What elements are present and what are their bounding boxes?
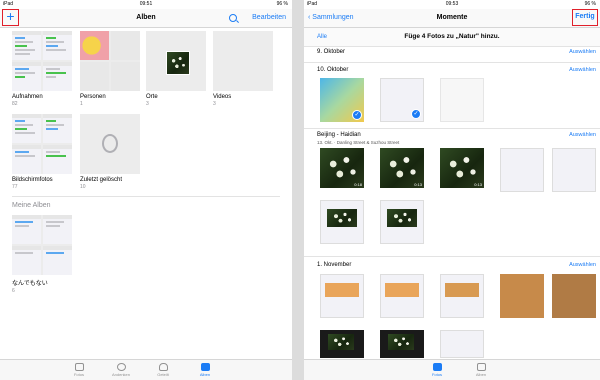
photo-thumbnail[interactable] [320, 200, 364, 244]
album-count: 82 [12, 101, 18, 107]
photos-icon [74, 363, 84, 371]
photo-thumbnail[interactable]: ✓ [320, 78, 364, 122]
section-title: 10. Oktober [317, 67, 349, 73]
album-name: Bildschirmfotos [12, 177, 53, 183]
album-name: Videos [213, 94, 232, 100]
album-videos[interactable]: Videos 3 [213, 31, 273, 107]
selection-prompt: Füge 4 Fotos zu „Natur" hinzu. [404, 33, 500, 40]
album-thumbnail [213, 31, 273, 91]
status-bar: iPad 09:53 96 % [304, 0, 600, 9]
section-title: Beijing - Haidian [317, 132, 361, 138]
status-time: 09:51 [139, 1, 153, 7]
photo-thumbnail[interactable] [500, 148, 544, 192]
photo-thumbnail[interactable] [320, 274, 364, 318]
photo-thumbnail[interactable] [440, 330, 484, 358]
album-name: なんでもない [12, 281, 48, 287]
select-button[interactable]: Auswählen [569, 132, 596, 138]
cloud-icon [158, 363, 168, 371]
nav-bar: ‹ Sammlungen Momente Fertig [304, 9, 600, 28]
battery-label: 96 % [276, 1, 288, 7]
album-count: 10 [80, 184, 86, 190]
photo-thumbnail[interactable]: ✓ [380, 78, 424, 122]
tab-fotos[interactable]: Fotos [422, 363, 452, 377]
moments-screen: iPad 09:53 96 % ‹ Sammlungen Momente Fer… [304, 0, 600, 380]
album-name: Orte [146, 94, 158, 100]
album-name: Aufnahmen [12, 94, 43, 100]
selection-bar: Alle Füge 4 Fotos zu „Natur" hinzu. [304, 28, 600, 47]
status-time: 09:53 [445, 1, 459, 7]
albums-icon [200, 363, 210, 371]
divider [304, 256, 600, 257]
tab-alben[interactable]: Alben [190, 363, 220, 377]
memories-icon [116, 363, 126, 371]
photo-thumbnail[interactable] [440, 78, 484, 122]
tab-geteilt[interactable]: Geteilt [148, 363, 178, 377]
edit-button[interactable]: Bearbeiten [252, 9, 286, 27]
photo-thumbnail[interactable] [380, 200, 424, 244]
video-duration: 0:13 [474, 182, 482, 187]
album-thumbnail [80, 114, 140, 174]
album-thumbnail [12, 215, 72, 275]
map-thumbnail [146, 31, 206, 91]
tab-fotos[interactable]: Fotos [64, 363, 94, 377]
album-name: Zuletzt gelöscht [80, 177, 123, 183]
section-subtitle: 13. Okt. · Danling Street & Suzhou Stree… [317, 140, 400, 145]
photo-thumbnail[interactable] [552, 148, 596, 192]
photo-thumbnail[interactable] [380, 330, 424, 358]
photo-thumbnail[interactable] [552, 274, 596, 318]
divider [12, 196, 280, 197]
search-icon[interactable] [229, 14, 237, 22]
album-thumbnail [12, 114, 72, 174]
photo-thumbnail[interactable] [320, 330, 364, 358]
photo-thumbnail[interactable] [380, 274, 424, 318]
album-aufnahmen[interactable]: Aufnahmen 82 [12, 31, 72, 107]
select-button[interactable]: Auswählen [569, 49, 596, 55]
checkmark-icon: ✓ [411, 109, 421, 119]
page-title: Momente [436, 14, 468, 21]
divider [304, 62, 600, 63]
album-personen[interactable]: Personen 1 [80, 31, 140, 107]
nav-bar: + Alben Bearbeiten [0, 9, 292, 28]
photo-thumbnail[interactable] [440, 274, 484, 318]
status-bar: iPad 09:51 96 % [0, 0, 292, 9]
album-custom[interactable]: なんでもない 6 [12, 215, 72, 294]
album-count: 3 [146, 101, 149, 107]
album-orte[interactable]: Orte 3 [146, 31, 206, 107]
photos-icon [432, 363, 442, 371]
video-duration: 0:18 [354, 182, 362, 187]
video-thumbnail[interactable]: 0:13 [380, 148, 424, 188]
tab-bar: Fotos Andenken Geteilt Alben [0, 359, 292, 380]
video-thumbnail[interactable]: 0:18 [320, 148, 364, 188]
my-albums-heading: Meine Alben [12, 202, 51, 209]
battery-label: 96 % [584, 1, 596, 7]
video-duration: 0:13 [414, 182, 422, 187]
album-thumbnail [80, 31, 140, 91]
albums-icon [476, 363, 486, 371]
tab-andenken[interactable]: Andenken [106, 363, 136, 377]
album-zuletzt-geloescht[interactable]: Zuletzt gelöscht 10 [80, 114, 140, 190]
album-count: 77 [12, 184, 18, 190]
select-button[interactable]: Auswählen [569, 67, 596, 73]
tab-alben[interactable]: Alben [466, 363, 496, 377]
album-name: Personen [80, 94, 106, 100]
checkmark-icon: ✓ [352, 110, 362, 120]
video-thumbnail[interactable]: 0:13 [440, 148, 484, 188]
photo-thumbnail[interactable] [500, 274, 544, 318]
section-title: 1. November [317, 262, 352, 268]
album-count: 6 [12, 288, 15, 294]
tab-bar: Fotos Alben [304, 359, 600, 380]
select-button[interactable]: Auswählen [569, 262, 596, 268]
page-title: Alben [136, 14, 156, 21]
section-title: 9. Oktober [317, 49, 346, 55]
album-count: 3 [213, 101, 216, 107]
albums-screen: iPad 09:51 96 % + Alben Bearbeiten Aufna… [0, 0, 292, 380]
album-count: 1 [80, 101, 83, 107]
album-thumbnail [12, 31, 72, 91]
album-bildschirmfotos[interactable]: Bildschirmfotos 77 [12, 114, 72, 190]
trash-icon [102, 134, 118, 153]
divider [304, 128, 600, 129]
done-button[interactable]: Fertig [572, 9, 598, 26]
